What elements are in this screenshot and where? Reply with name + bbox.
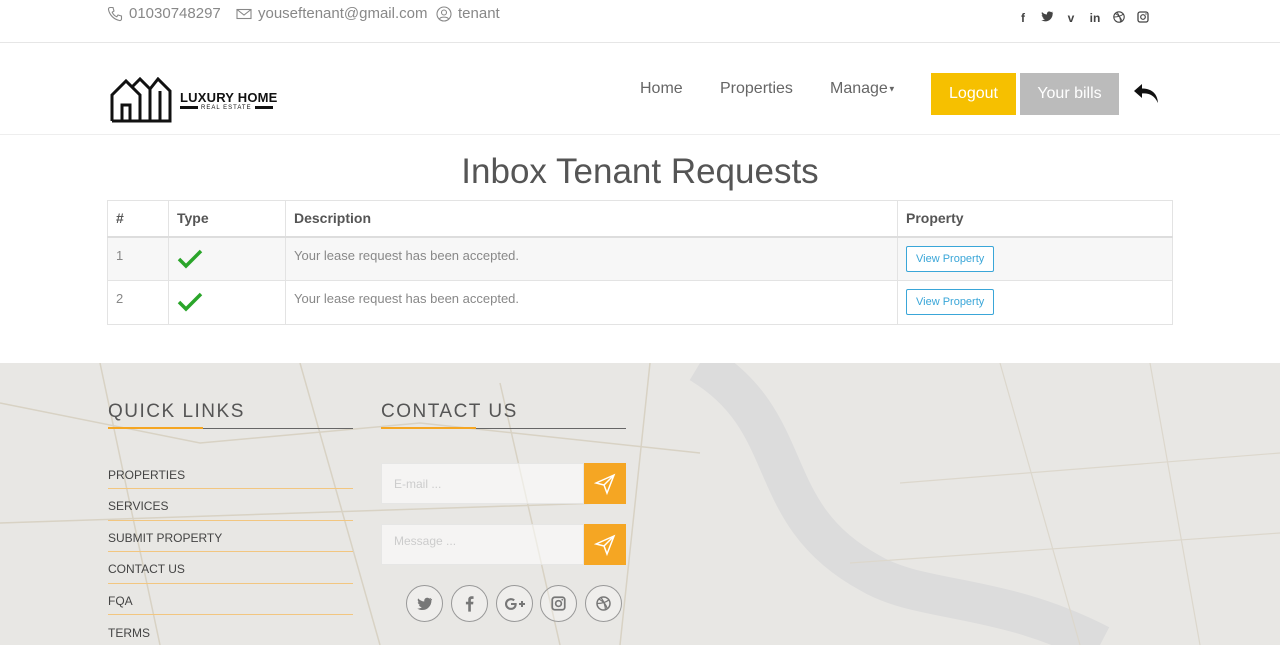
caret-down-icon: ▼ — [887, 84, 896, 94]
table-row: 2 Your lease request has been accepted. … — [107, 280, 1173, 325]
divider-accent — [381, 427, 476, 429]
email-address: youseftenant@gmail.com — [258, 5, 428, 22]
email-contact: youseftenant@gmail.com — [236, 5, 427, 22]
facebook-icon[interactable]: f — [1016, 11, 1030, 26]
main-header: LUXURY HOME REAL ESTATE Home Properties … — [0, 43, 1280, 135]
instagram-icon[interactable] — [1136, 11, 1150, 26]
footer-link-properties[interactable]: PROPERTIES — [108, 468, 185, 482]
row-number: 2 — [107, 280, 169, 325]
site-logo[interactable]: LUXURY HOME REAL ESTATE — [110, 77, 278, 123]
back-arrow-icon[interactable] — [1132, 78, 1162, 108]
col-number: # — [107, 200, 169, 238]
send-icon — [594, 473, 616, 495]
row-type — [168, 280, 286, 325]
logo-text: LUXURY HOME REAL ESTATE — [180, 90, 278, 111]
top-bar: 01030748297 youseftenant@gmail.com tenan… — [0, 0, 1280, 43]
page-title: Inbox Tenant Requests — [461, 152, 819, 191]
phone-icon — [107, 6, 123, 21]
requests-table: # Type Description Property 1 Your lease… — [107, 200, 1173, 325]
check-icon — [177, 249, 203, 268]
row-property: View Property — [897, 280, 1173, 325]
check-icon — [177, 292, 203, 312]
phone-contact: 01030748297 — [107, 5, 221, 22]
twitter-icon[interactable] — [406, 585, 443, 622]
row-description: Your lease request has been accepted. — [285, 280, 898, 325]
house-logo-icon — [110, 77, 172, 123]
instagram-icon[interactable] — [540, 585, 577, 622]
logout-button[interactable]: Logout — [931, 73, 1016, 115]
social-links-top: f v in — [1016, 11, 1150, 26]
google-plus-icon[interactable] — [496, 585, 533, 622]
user-contact: tenant — [436, 5, 500, 22]
vine-icon[interactable]: v — [1064, 11, 1078, 26]
divider — [108, 488, 353, 489]
message-send-button[interactable] — [584, 524, 626, 565]
divider — [108, 520, 353, 521]
email-input[interactable]: E-mail ... — [381, 463, 584, 504]
logo-title: LUXURY HOME — [180, 89, 278, 105]
col-description: Description — [285, 200, 898, 238]
divider-accent — [108, 427, 203, 429]
send-icon — [594, 534, 616, 556]
user-name: tenant — [458, 5, 500, 22]
quick-links-heading: QUICK LINKS — [108, 401, 245, 422]
nav-manage-label: Manage — [830, 80, 888, 97]
nav-properties[interactable]: Properties — [720, 80, 793, 98]
col-property: Property — [897, 200, 1173, 238]
col-type: Type — [168, 200, 286, 238]
nav-home[interactable]: Home — [640, 80, 683, 98]
row-type — [168, 236, 286, 281]
dribbble-icon[interactable] — [585, 585, 622, 622]
divider — [108, 583, 353, 584]
email-send-button[interactable] — [584, 463, 626, 504]
contact-us-heading: CONTACT US — [381, 401, 518, 422]
your-bills-button[interactable]: Your bills — [1020, 73, 1119, 115]
footer-link-contact-us[interactable]: CONTACT US — [108, 562, 185, 576]
row-number: 1 — [107, 236, 169, 281]
dribbble-icon[interactable] — [1112, 11, 1126, 26]
footer: QUICK LINKS CONTACT US PROPERTIES SERVIC… — [0, 363, 1280, 645]
footer-link-fqa[interactable]: FQA — [108, 594, 133, 608]
table-header-row: # Type Description Property — [107, 200, 1173, 238]
view-property-button[interactable]: View Property — [906, 289, 995, 315]
divider — [108, 614, 353, 615]
table-row: 1 Your lease request has been accepted. … — [107, 236, 1173, 281]
nav-manage-dropdown[interactable]: Manage▼ — [830, 80, 896, 98]
linkedin-icon[interactable]: in — [1088, 11, 1102, 26]
facebook-icon[interactable] — [451, 585, 488, 622]
footer-link-services[interactable]: SERVICES — [108, 499, 168, 513]
phone-number: 01030748297 — [129, 5, 221, 22]
message-textarea[interactable]: Message ... — [381, 524, 584, 565]
envelope-icon — [236, 8, 252, 19]
view-property-button[interactable]: View Property — [906, 245, 995, 272]
footer-link-submit-property[interactable]: SUBMIT PROPERTY — [108, 531, 222, 545]
footer-link-terms[interactable]: TERMS — [108, 626, 150, 640]
divider — [108, 551, 353, 552]
user-icon — [436, 5, 452, 22]
row-description: Your lease request has been accepted. — [285, 236, 898, 281]
row-property: View Property — [897, 236, 1173, 281]
twitter-icon[interactable] — [1040, 11, 1054, 26]
logo-subtitle: REAL ESTATE — [180, 105, 278, 111]
